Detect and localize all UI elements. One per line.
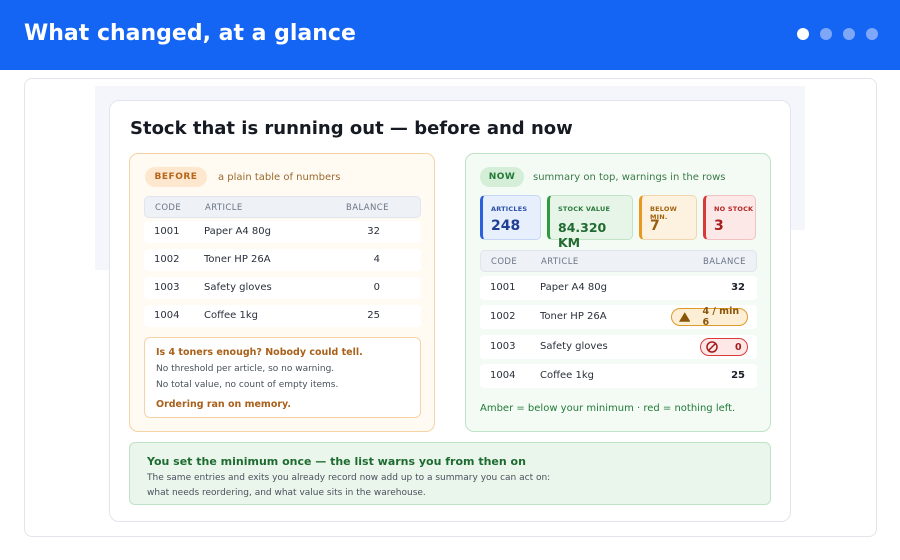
table-row: 1004 Coffee 1kg 25 <box>480 364 757 388</box>
callout-line2: what needs reordering, and what value si… <box>147 488 426 498</box>
cell-code: 1004 <box>490 370 516 381</box>
cell-code: 1003 <box>490 341 516 352</box>
cell-article: Safety gloves <box>204 282 272 293</box>
stat-value: 7 <box>650 218 660 234</box>
cell-code: 1002 <box>490 311 516 322</box>
cell-article: Paper A4 80g <box>540 282 607 293</box>
cell-code: 1001 <box>490 282 516 293</box>
column-header-article: ARTICLE <box>205 203 243 213</box>
table-row: 1001 Paper A4 80g 32 <box>480 276 757 300</box>
header-bar: What changed, at a glance <box>0 0 900 70</box>
cell-article: Safety gloves <box>540 341 608 352</box>
now-tag: NOW <box>480 167 524 187</box>
cell-code: 1004 <box>154 310 180 321</box>
now-subtitle: summary on top, warnings in the rows <box>533 172 726 183</box>
stat-value: 248 <box>491 218 521 234</box>
stat-stock-value: STOCK VALUE 84.320 KM <box>547 195 633 250</box>
pager-dot-1[interactable] <box>797 28 809 40</box>
stat-label: NO STOCK <box>714 205 754 213</box>
badge-text: 4 / min 6 <box>702 306 740 328</box>
cell-balance: 0 <box>373 282 380 293</box>
cell-article: Toner HP 26A <box>204 254 271 265</box>
before-note-line2: No total value, no count of empty items. <box>156 380 339 390</box>
column-header-code: CODE <box>155 203 182 213</box>
cell-code: 1002 <box>154 254 180 265</box>
stat-value: 3 <box>714 218 724 234</box>
stat-articles: ARTICLES 248 <box>480 195 541 240</box>
now-legend: Amber = below your minimum · red = nothi… <box>480 403 736 414</box>
header-title: What changed, at a glance <box>24 21 356 46</box>
background-panel-edge <box>95 230 109 270</box>
cell-balance: 32 <box>367 226 380 237</box>
cell-article: Coffee 1kg <box>540 370 594 381</box>
table-row: 1004 Coffee 1kg 25 <box>144 305 421 327</box>
cell-balance: 32 <box>731 282 745 293</box>
no-entry-icon <box>706 341 718 353</box>
callout-line1: The same entries and exits you already r… <box>147 473 551 483</box>
pager-dot-4[interactable] <box>866 28 878 40</box>
cell-article: Paper A4 80g <box>204 226 271 237</box>
now-table-header: CODE ARTICLE BALANCE <box>480 250 757 272</box>
stat-no-stock: NO STOCK 3 <box>703 195 756 240</box>
stat-value: 84.320 KM <box>558 220 607 250</box>
cell-balance: 4 <box>373 254 380 265</box>
cell-code: 1003 <box>154 282 180 293</box>
callout-title: You set the minimum once — the list warn… <box>147 455 526 468</box>
cell-code: 1001 <box>154 226 180 237</box>
table-row: 1003 Safety gloves 0 <box>144 277 421 299</box>
before-note-conclusion: Ordering ran on memory. <box>156 399 291 410</box>
before-table-header: CODE ARTICLE BALANCE <box>144 196 421 218</box>
stat-label: ARTICLES <box>491 205 528 213</box>
warning-triangle-icon <box>679 312 691 322</box>
balance-warning-badge: 4 / min 6 <box>671 306 748 328</box>
badge-text: 0 <box>735 341 742 353</box>
table-row: 1001 Paper A4 80g 32 <box>144 221 421 243</box>
pager-dot-3[interactable] <box>843 28 855 40</box>
before-note-line1: No threshold per article, so no warning. <box>156 364 335 374</box>
stat-label: STOCK VALUE <box>558 205 611 213</box>
cell-article: Coffee 1kg <box>204 310 258 321</box>
cell-balance: 25 <box>367 310 380 321</box>
column-header-code: CODE <box>491 257 518 267</box>
cell-balance: 25 <box>731 370 745 381</box>
slide-pager <box>797 28 878 40</box>
column-header-balance: BALANCE <box>703 257 746 267</box>
slide-title: Stock that is running out — before and n… <box>130 118 573 139</box>
table-row: 1002 Toner HP 26A 4 <box>144 249 421 271</box>
before-tag: BEFORE <box>145 167 207 187</box>
before-note-question: Is 4 toners enough? Nobody could tell. <box>156 347 363 358</box>
stat-below-min: BELOW MIN. 7 <box>639 195 697 240</box>
pager-dot-2[interactable] <box>820 28 832 40</box>
column-header-article: ARTICLE <box>541 257 579 267</box>
cell-article: Toner HP 26A <box>540 311 607 322</box>
before-subtitle: a plain table of numbers <box>218 172 341 183</box>
balance-empty-badge: 0 <box>700 338 748 356</box>
column-header-balance: BALANCE <box>346 203 389 213</box>
